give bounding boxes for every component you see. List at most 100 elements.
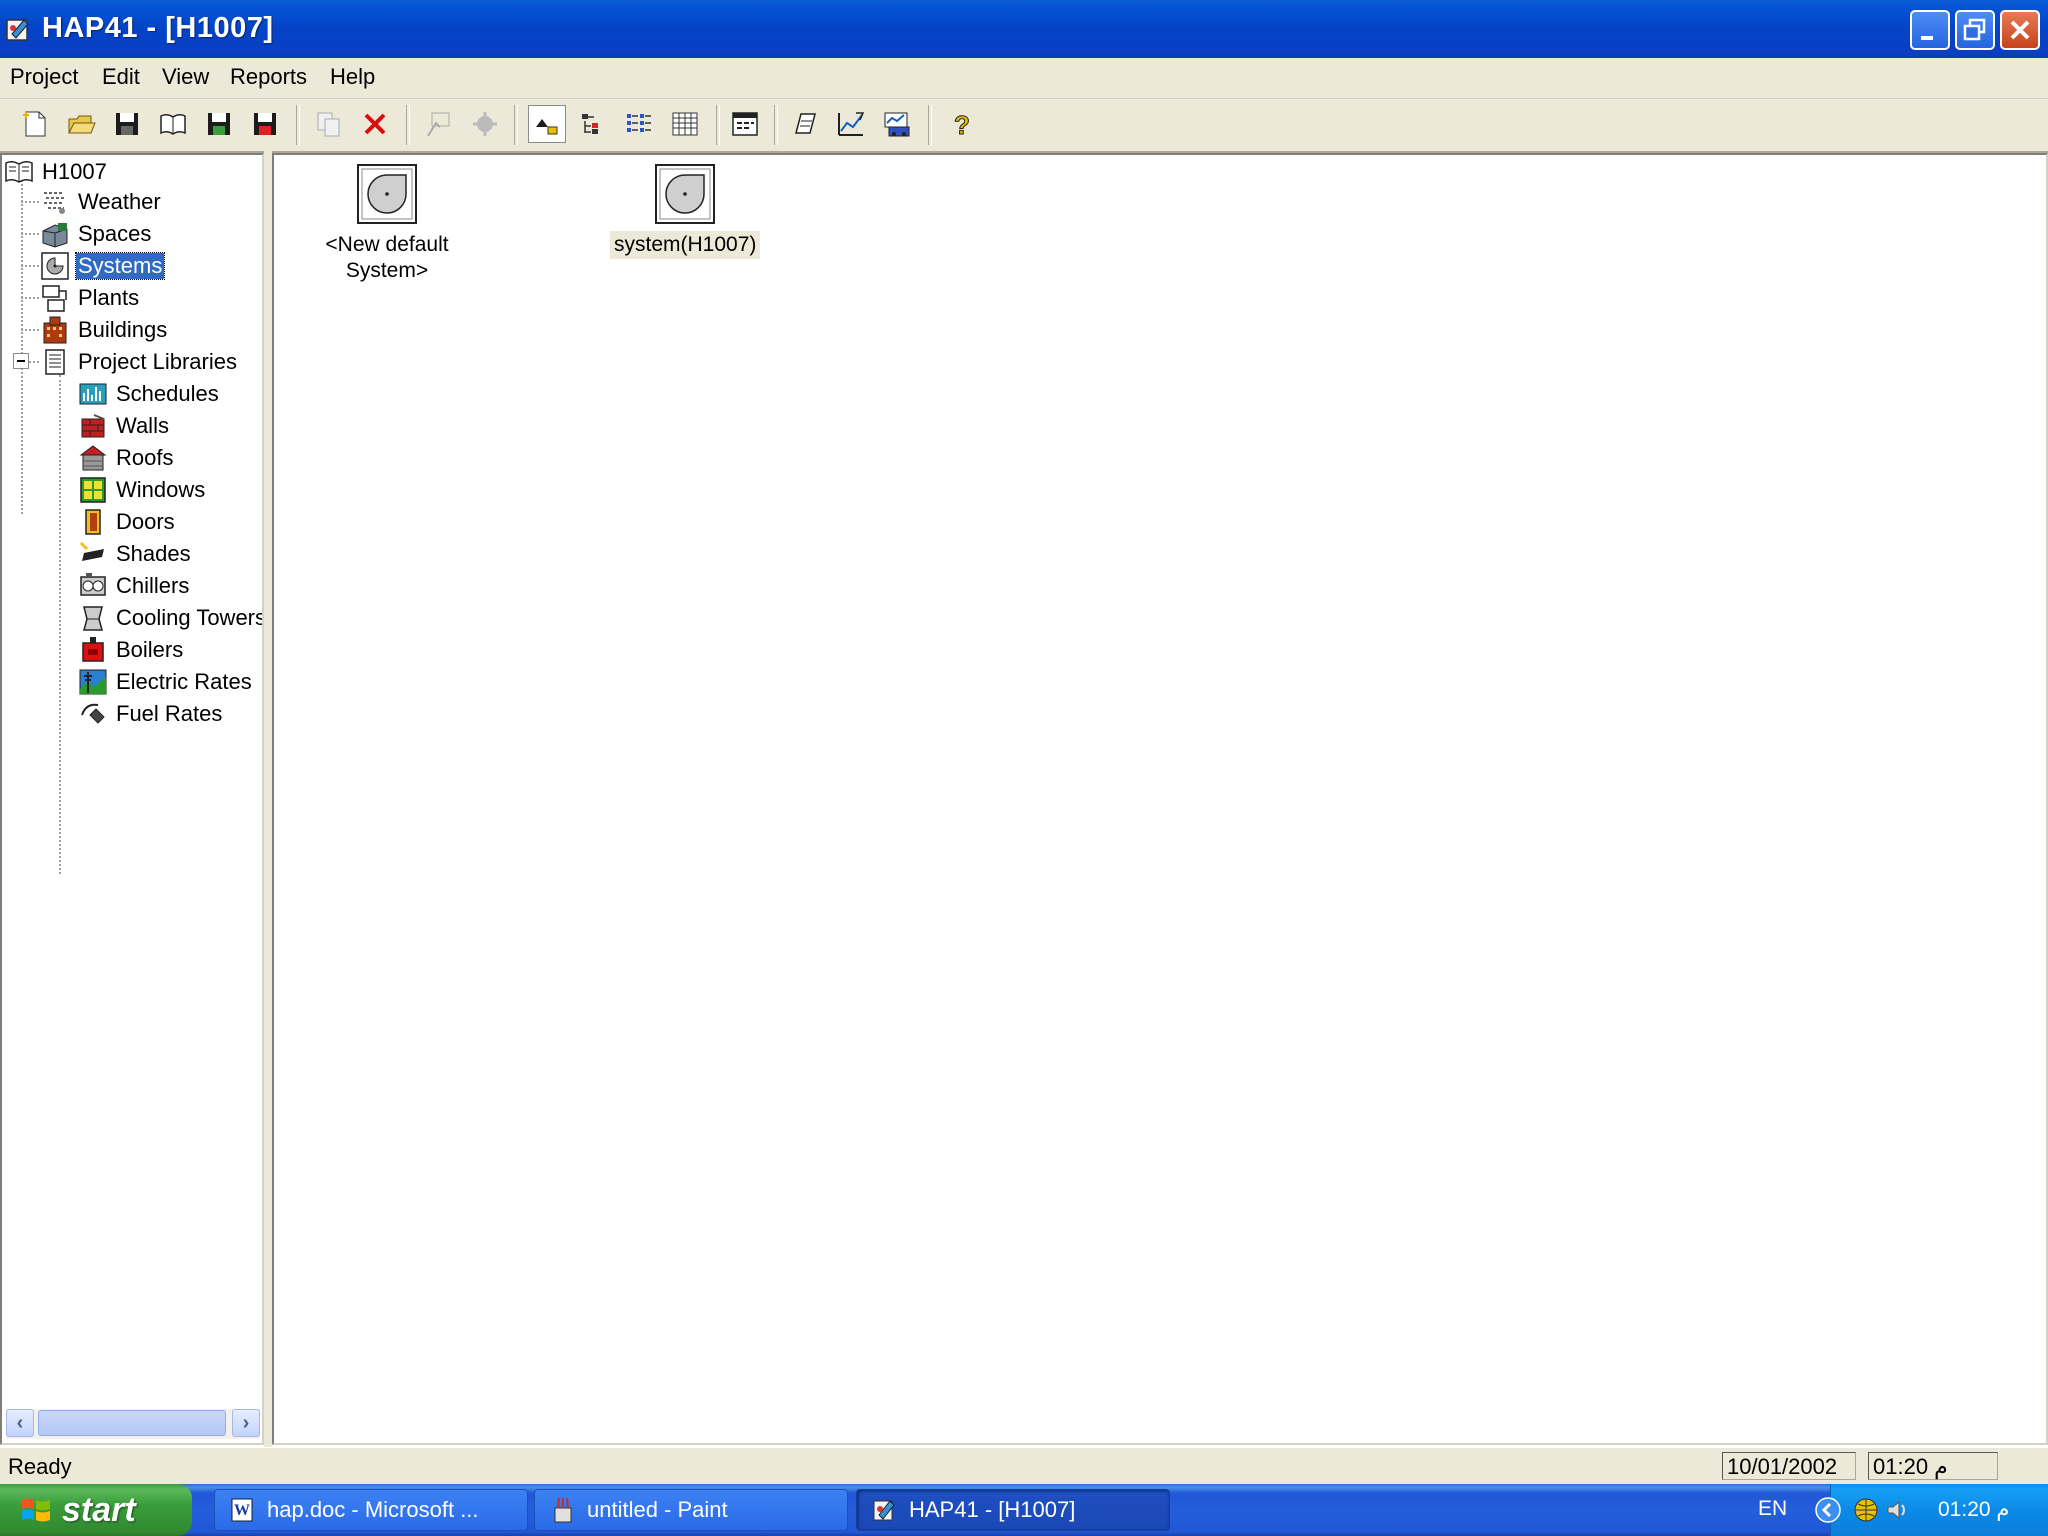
network-globe-icon[interactable] bbox=[1852, 1496, 1880, 1524]
spaces-icon bbox=[42, 223, 68, 248]
tree-item-doors[interactable]: Doors bbox=[78, 507, 177, 537]
small-icons-icon[interactable] bbox=[574, 105, 612, 143]
svg-text:W: W bbox=[234, 1502, 250, 1519]
title-bar[interactable]: HAP41 - [H1007] bbox=[0, 0, 2048, 58]
details-icon[interactable] bbox=[666, 105, 704, 143]
toolbar-separator bbox=[928, 105, 932, 145]
menu-view[interactable]: View bbox=[162, 64, 209, 90]
tree-item-electric-rates[interactable]: Electric Rates bbox=[78, 667, 254, 697]
copy-icon[interactable] bbox=[310, 105, 348, 143]
walls-icon bbox=[81, 414, 105, 438]
taskbar: start W hap.doc - Microsoft ... untitled… bbox=[0, 1484, 2048, 1536]
electric-rates-icon bbox=[79, 669, 107, 695]
menu-project[interactable]: Project bbox=[10, 64, 78, 90]
list-item-system-h1007[interactable]: system(H1007) bbox=[610, 163, 761, 259]
tray-expand-icon[interactable] bbox=[1814, 1496, 1842, 1524]
open-icon[interactable] bbox=[62, 105, 100, 143]
scroll-left-button[interactable]: ‹ bbox=[6, 1409, 34, 1437]
cooling-towers-icon bbox=[83, 606, 103, 631]
restore-button[interactable] bbox=[1955, 10, 1995, 50]
large-icons-icon[interactable] bbox=[528, 105, 566, 143]
tree-item-project-libraries[interactable]: Project Libraries bbox=[40, 347, 239, 377]
tree-item-roofs[interactable]: Roofs bbox=[78, 443, 175, 473]
scroll-thumb[interactable] bbox=[38, 1410, 226, 1436]
tree-item-schedules[interactable]: Schedules bbox=[78, 379, 221, 409]
minimize-button[interactable] bbox=[1910, 10, 1950, 50]
system-fan-icon bbox=[655, 164, 715, 224]
word-document-icon: W bbox=[231, 1498, 253, 1522]
chillers-icon bbox=[80, 573, 106, 596]
tree-connector bbox=[29, 361, 39, 363]
window-title: HAP41 - [H1007] bbox=[42, 12, 274, 44]
restore-icon bbox=[1963, 18, 1986, 41]
tree-item-systems[interactable]: Systems bbox=[40, 251, 166, 281]
tree-item-weather[interactable]: Weather bbox=[40, 187, 163, 217]
collapse-libraries-toggle[interactable] bbox=[13, 353, 29, 369]
scroll-right-button[interactable]: › bbox=[232, 1409, 260, 1437]
properties-icon[interactable] bbox=[420, 105, 458, 143]
menu-help[interactable]: Help bbox=[330, 64, 375, 90]
chevron-left-icon: ‹ bbox=[16, 1411, 24, 1434]
tree-connector bbox=[21, 233, 39, 235]
tree-item-cooling-towers[interactable]: Cooling Towers bbox=[78, 603, 262, 633]
taskbar-item-paint[interactable]: untitled - Paint bbox=[534, 1489, 848, 1531]
plants-icon bbox=[42, 285, 67, 312]
multiple-report-icon[interactable] bbox=[878, 105, 916, 143]
menu-bar: Project Edit View Reports Help bbox=[0, 58, 2048, 99]
tree-item-shades[interactable]: Shades bbox=[78, 539, 193, 569]
tree-item-walls[interactable]: Walls bbox=[78, 411, 171, 441]
list-item-new-default-system[interactable]: <New default System> bbox=[312, 163, 462, 285]
close-icon bbox=[2010, 20, 2030, 40]
tree-connector bbox=[21, 297, 39, 299]
tree-item-fuel-rates[interactable]: Fuel Rates bbox=[78, 699, 224, 729]
taskbar-item-word[interactable]: W hap.doc - Microsoft ... bbox=[214, 1489, 528, 1531]
menu-edit[interactable]: Edit bbox=[102, 64, 140, 90]
help-icon[interactable]: ? bbox=[942, 105, 980, 143]
windows-logo-icon bbox=[22, 1498, 50, 1522]
systems-list-view[interactable]: <New default System> system(H1007) bbox=[272, 153, 2048, 1445]
language-indicator[interactable]: EN bbox=[1758, 1497, 1787, 1521]
delete-icon[interactable] bbox=[356, 105, 394, 143]
toolbar-separator bbox=[296, 105, 300, 145]
start-button[interactable]: start bbox=[0, 1484, 192, 1536]
tree-item-boilers[interactable]: Boilers bbox=[78, 635, 185, 665]
fuel-rates-icon bbox=[81, 703, 105, 724]
tree-root[interactable]: H1007 bbox=[4, 157, 109, 187]
weather-icon bbox=[44, 192, 66, 214]
volume-icon[interactable] bbox=[1884, 1496, 1912, 1524]
tree-connector bbox=[21, 201, 39, 203]
item-caption: <New default System> bbox=[325, 233, 449, 282]
tree-horizontal-scrollbar[interactable]: ‹ › bbox=[6, 1409, 260, 1439]
hap-app-icon bbox=[6, 19, 29, 41]
new-icon[interactable] bbox=[16, 105, 54, 143]
tree-connector bbox=[21, 175, 23, 514]
menu-reports[interactable]: Reports bbox=[230, 64, 307, 90]
project-tree[interactable]: H1007 Weather Spaces Systems Plants Buil… bbox=[0, 153, 264, 1445]
save-as-icon[interactable] bbox=[200, 105, 238, 143]
libraries-icon bbox=[45, 349, 65, 375]
library-icon[interactable] bbox=[154, 105, 192, 143]
taskbar-clock[interactable]: 01:20 م bbox=[1938, 1497, 2009, 1522]
calendar-icon[interactable] bbox=[726, 105, 764, 143]
roofs-icon bbox=[79, 445, 107, 471]
tree-item-plants[interactable]: Plants bbox=[40, 283, 141, 313]
buildings-icon bbox=[43, 316, 67, 344]
tree-connector bbox=[59, 375, 61, 874]
report-icon[interactable] bbox=[832, 105, 870, 143]
tree-item-chillers[interactable]: Chillers bbox=[78, 571, 191, 601]
pane-splitter[interactable] bbox=[264, 151, 272, 1447]
hap-app-icon bbox=[873, 1500, 895, 1521]
save-icon[interactable] bbox=[108, 105, 146, 143]
taskbar-item-hap41[interactable]: HAP41 - [H1007] bbox=[856, 1489, 1170, 1531]
archive-icon[interactable] bbox=[246, 105, 284, 143]
tree-item-spaces[interactable]: Spaces bbox=[40, 219, 153, 249]
tree-item-windows[interactable]: Windows bbox=[78, 475, 207, 505]
print-icon[interactable] bbox=[786, 105, 824, 143]
duplicate-icon[interactable] bbox=[466, 105, 504, 143]
status-date: 10/01/2002 bbox=[1722, 1452, 1856, 1480]
close-button[interactable] bbox=[2000, 10, 2040, 50]
schedules-icon bbox=[79, 383, 107, 405]
list-icon[interactable] bbox=[620, 105, 658, 143]
tree-item-buildings[interactable]: Buildings bbox=[40, 315, 169, 345]
boilers-icon bbox=[82, 637, 104, 662]
